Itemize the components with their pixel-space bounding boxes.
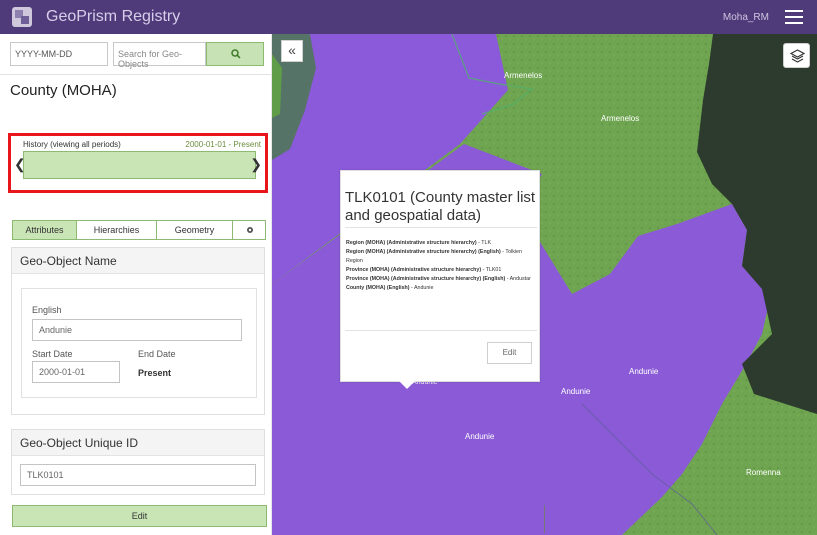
detail-tabs: Attributes Hierarchies Geometry bbox=[12, 220, 266, 240]
geoprism-logo-icon bbox=[12, 7, 32, 27]
popup-divider bbox=[345, 330, 537, 331]
chevron-right-icon[interactable]: ❯ bbox=[250, 156, 262, 173]
start-date-label: Start Date bbox=[32, 349, 73, 359]
search-icon bbox=[231, 49, 241, 59]
history-timeline[interactable] bbox=[23, 151, 256, 179]
popup-line: Province (MOHA) (Administrative structur… bbox=[346, 267, 502, 273]
search-button[interactable] bbox=[206, 42, 264, 66]
map-cursor-line bbox=[544, 505, 545, 533]
popup-line: County (MOHA) (English) - Andunie bbox=[346, 285, 434, 291]
history-range: 2000-01-01 - Present bbox=[185, 140, 261, 149]
popup-line: Province (MOHA) (Administrative structur… bbox=[346, 276, 531, 282]
gear-icon bbox=[247, 227, 253, 233]
geo-object-name-panel: Geo-Object Name English Andunie Start Da… bbox=[11, 247, 265, 415]
map-label-romenna: Romenna bbox=[746, 468, 781, 477]
collapse-sidebar-button[interactable]: « bbox=[281, 40, 303, 62]
end-date-value: Present bbox=[138, 368, 172, 378]
geo-object-id-header: Geo-Object Unique ID bbox=[12, 430, 264, 456]
start-date-input[interactable]: 2000-01-01 bbox=[32, 361, 120, 383]
user-name[interactable]: Moha_RM bbox=[723, 12, 769, 23]
app-title: GeoPrism Registry bbox=[46, 8, 181, 25]
name-entry: English Andunie Start Date End Date 2000… bbox=[21, 288, 257, 398]
geo-object-sidebar: YYYY-MM-DD Search for Geo-Objects County… bbox=[0, 34, 272, 535]
map-label-andunie-right: Andunie bbox=[629, 367, 659, 376]
map-label-andunie-mid: Andunie bbox=[465, 432, 495, 441]
tab-hierarchies[interactable]: Hierarchies bbox=[77, 221, 157, 239]
geo-object-name-header: Geo-Object Name bbox=[12, 248, 264, 274]
layers-icon bbox=[790, 49, 805, 63]
settings-tab[interactable] bbox=[233, 221, 267, 239]
popup-attribute-list: Region (MOHA) (Administrative structure … bbox=[346, 239, 538, 293]
separator bbox=[0, 74, 272, 75]
map-label-armenelos-top: Armenelos bbox=[504, 71, 543, 80]
geo-object-unique-id-panel: Geo-Object Unique ID TLK0101 bbox=[11, 429, 265, 495]
map-label-andunie-bottom: Andunie bbox=[561, 387, 591, 396]
language-label: English bbox=[32, 305, 62, 315]
popup-title: TLK0101 (County master list and geospati… bbox=[345, 189, 536, 224]
layers-button[interactable] bbox=[783, 43, 810, 68]
top-navigation-bar: GeoPrism Registry Moha_RM bbox=[0, 0, 817, 34]
date-input[interactable]: YYYY-MM-DD bbox=[10, 42, 108, 66]
tab-geometry[interactable]: Geometry bbox=[157, 221, 233, 239]
tab-attributes[interactable]: Attributes bbox=[13, 221, 77, 239]
name-input[interactable]: Andunie bbox=[32, 319, 242, 341]
edit-button[interactable]: Edit bbox=[12, 505, 267, 527]
geo-object-popup: TLK0101 (County master list and geospati… bbox=[340, 170, 540, 389]
unique-id-input[interactable]: TLK0101 bbox=[20, 464, 256, 486]
popup-edit-button[interactable]: Edit bbox=[487, 342, 532, 364]
page-title: County (MOHA) bbox=[10, 82, 117, 99]
search-input[interactable]: Search for Geo-Objects bbox=[113, 42, 206, 69]
menu-icon[interactable] bbox=[785, 10, 803, 24]
map-label-armenelos-right: Armenelos bbox=[601, 114, 640, 123]
popup-line: Region (MOHA) (Administrative structure … bbox=[346, 249, 522, 264]
end-date-label: End Date bbox=[138, 349, 176, 359]
history-selector: History (viewing all periods) 2000-01-01… bbox=[8, 133, 268, 193]
history-label: History (viewing all periods) bbox=[23, 140, 121, 149]
popup-line: Region (MOHA) (Administrative structure … bbox=[346, 240, 492, 246]
popup-divider bbox=[345, 227, 537, 228]
